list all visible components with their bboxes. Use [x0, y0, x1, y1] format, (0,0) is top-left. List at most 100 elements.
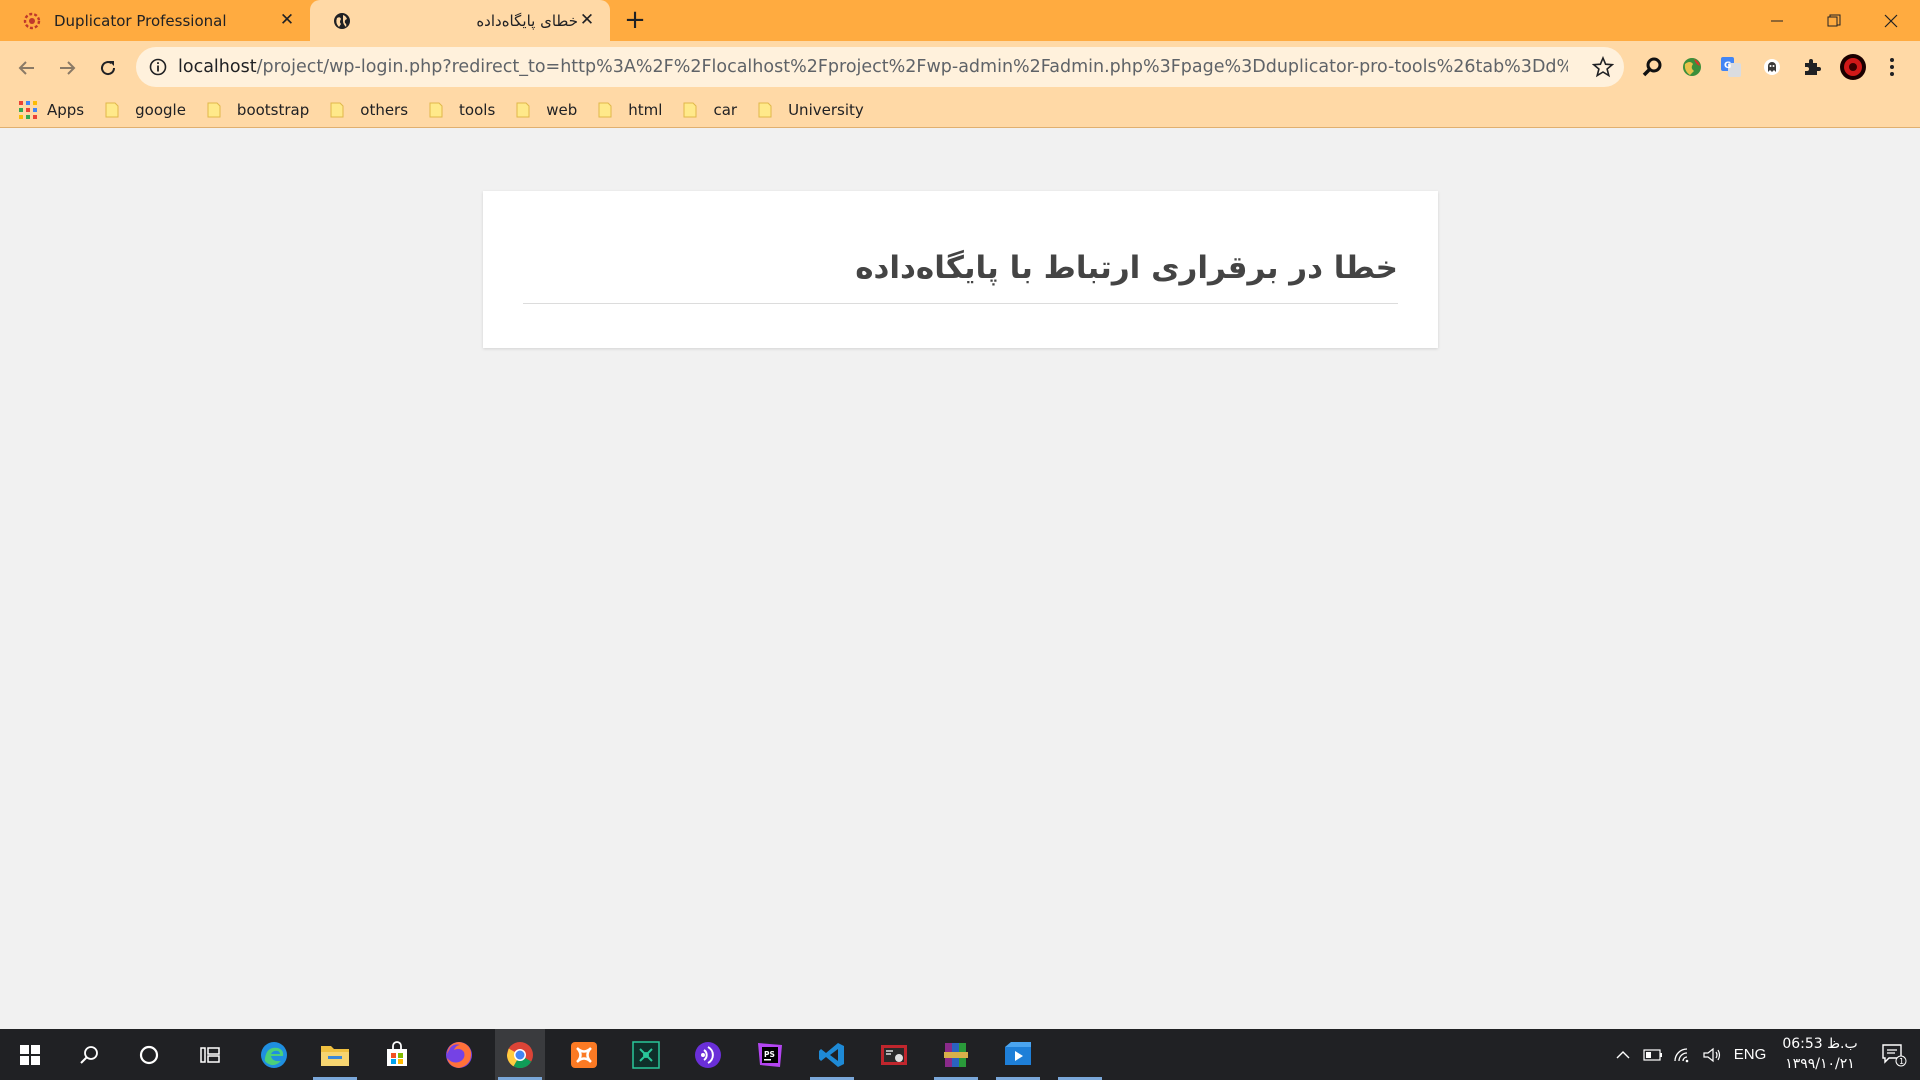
clock-date: ۱۳۹۹/۱۰/۲۱: [1785, 1056, 1855, 1072]
tab-strip: Duplicator Professional ✕ خطای پایگاه‌دا…: [0, 0, 1920, 41]
magnifier-icon: [1642, 57, 1662, 77]
action-center-button[interactable]: 1: [1872, 1029, 1916, 1080]
notification-icon: 1: [1882, 1043, 1907, 1066]
bookmark-others[interactable]: others: [329, 101, 408, 119]
url-text[interactable]: localhost/project/wp-login.php?redirect_…: [178, 57, 1568, 77]
folder-icon: [516, 102, 530, 118]
extensions-button[interactable]: [1797, 52, 1827, 82]
duplicator-icon: [23, 12, 41, 29]
forward-button[interactable]: [51, 52, 83, 84]
browser-toolbar: localhost/project/wp-login.php?redirect_…: [0, 41, 1920, 128]
taskbar-running-app[interactable]: [1055, 1029, 1105, 1080]
new-tab-button[interactable]: +: [622, 7, 648, 34]
ghost-icon: [1764, 59, 1780, 75]
search-extension-button[interactable]: [1637, 52, 1667, 82]
page-viewport: خطا در برقراری ارتباط با پایگاه‌داده: [0, 128, 1920, 1029]
taskbar-media-app[interactable]: [869, 1029, 919, 1080]
taskbar-vscode[interactable]: [807, 1029, 857, 1080]
arrow-left-icon: [18, 61, 34, 75]
reload-button[interactable]: [92, 52, 124, 84]
ghostery-extension-button[interactable]: [1757, 52, 1787, 82]
winrar-icon: [944, 1042, 968, 1067]
address-bar[interactable]: localhost/project/wp-login.php?redirect_…: [136, 47, 1624, 87]
taskbar-winrar[interactable]: [931, 1029, 981, 1080]
page-title: خطا در برقراری ارتباط با پایگاه‌داده: [855, 250, 1398, 286]
avatar-icon: [1840, 54, 1866, 80]
folder-icon: [758, 102, 772, 118]
apps-grid-icon: [19, 101, 37, 119]
clock-time: 06:53 ب.ظ: [1782, 1036, 1858, 1052]
bookmark-html[interactable]: html: [597, 101, 662, 119]
minimize-icon: [1771, 20, 1783, 21]
store-icon: [387, 1040, 407, 1066]
taskbar-firefox[interactable]: [434, 1029, 484, 1080]
chrome-menu-button[interactable]: [1877, 52, 1907, 82]
volume-control[interactable]: [1699, 1029, 1725, 1080]
search-icon: [80, 1045, 98, 1064]
start-button[interactable]: [5, 1029, 55, 1080]
kebab-menu-icon: [1890, 58, 1894, 76]
task-view-button[interactable]: [185, 1029, 235, 1080]
taskbar-edge[interactable]: [249, 1029, 299, 1080]
minimize-button[interactable]: [1754, 0, 1800, 41]
wifi-icon: [1674, 1047, 1689, 1062]
svg-text:PS: PS: [764, 1050, 775, 1059]
bookmark-label: html: [628, 101, 663, 119]
profile-avatar[interactable]: [1838, 52, 1868, 82]
bookmark-label: others: [360, 101, 409, 119]
chevron-up-icon: [1616, 1050, 1630, 1058]
battery-icon: [1643, 1048, 1662, 1061]
bookmark-university[interactable]: University: [757, 101, 864, 119]
bookmark-car[interactable]: car: [682, 101, 737, 119]
network-status[interactable]: [1670, 1029, 1696, 1080]
url-host: localhost: [178, 57, 257, 77]
close-window-button[interactable]: [1868, 0, 1914, 41]
reload-icon: [101, 61, 116, 76]
video-player-icon: [1005, 1041, 1031, 1065]
cortana-button[interactable]: [124, 1029, 174, 1080]
xampp-icon: [571, 1041, 597, 1068]
restore-button[interactable]: [1811, 0, 1857, 41]
close-icon[interactable]: ✕: [578, 12, 596, 30]
system-clock[interactable]: 06:53 ب.ظ ۱۳۹۹/۱۰/۲۱: [1770, 1034, 1870, 1076]
edge-icon: [261, 1041, 287, 1068]
bookmark-web[interactable]: web: [515, 101, 577, 119]
taskbar-file-explorer[interactable]: [310, 1029, 360, 1080]
folder-icon: [207, 102, 221, 118]
bookmark-bootstrap[interactable]: bootstrap: [206, 101, 309, 119]
folder-icon: [683, 102, 697, 118]
arrow-right-icon: [60, 61, 76, 75]
taskbar-video-editor[interactable]: [993, 1029, 1043, 1080]
taskbar-terminal-app[interactable]: [621, 1029, 671, 1080]
show-hidden-icons-button[interactable]: [1610, 1029, 1636, 1080]
url-path: /project/wp-login.php?redirect_to=http%3…: [256, 57, 1568, 77]
close-icon[interactable]: ✕: [278, 12, 296, 30]
folder-icon: [330, 102, 344, 118]
taskbar-phpstorm[interactable]: PS: [745, 1029, 795, 1080]
tab-database-error[interactable]: خطای پایگاه‌داده ✕: [310, 0, 610, 41]
taskbar-podcast-app[interactable]: [683, 1029, 733, 1080]
info-icon[interactable]: [148, 57, 168, 77]
taskbar-xampp[interactable]: [559, 1029, 609, 1080]
search-button[interactable]: [64, 1029, 114, 1080]
bookmark-google[interactable]: google: [104, 101, 186, 119]
input-language[interactable]: ENG: [1732, 1029, 1768, 1080]
tab-duplicator[interactable]: Duplicator Professional ✕: [0, 0, 310, 41]
vscode-icon: [819, 1042, 844, 1067]
battery-status[interactable]: [1640, 1029, 1666, 1080]
close-icon: [1884, 14, 1898, 27]
star-icon[interactable]: [1592, 56, 1614, 78]
phpstorm-icon: PS: [758, 1042, 782, 1067]
bookmark-apps[interactable]: Apps: [19, 101, 84, 119]
translate-extension-button[interactable]: G: [1716, 52, 1746, 82]
notification-count: 1: [1899, 1057, 1904, 1066]
bookmark-label: web: [546, 101, 578, 119]
bookmark-tools[interactable]: tools: [428, 101, 495, 119]
earth-extension-button[interactable]: [1677, 52, 1707, 82]
back-button[interactable]: [11, 52, 43, 84]
taskbar-chrome[interactable]: [495, 1029, 545, 1080]
speaker-icon: [1703, 1047, 1721, 1062]
bookmark-label: tools: [459, 101, 496, 119]
windows-taskbar: PS ENG 06:53 ب.ظ ۱۳۹۹/۱۰/۲۱ 1: [0, 1029, 1920, 1080]
taskbar-store[interactable]: [372, 1029, 422, 1080]
